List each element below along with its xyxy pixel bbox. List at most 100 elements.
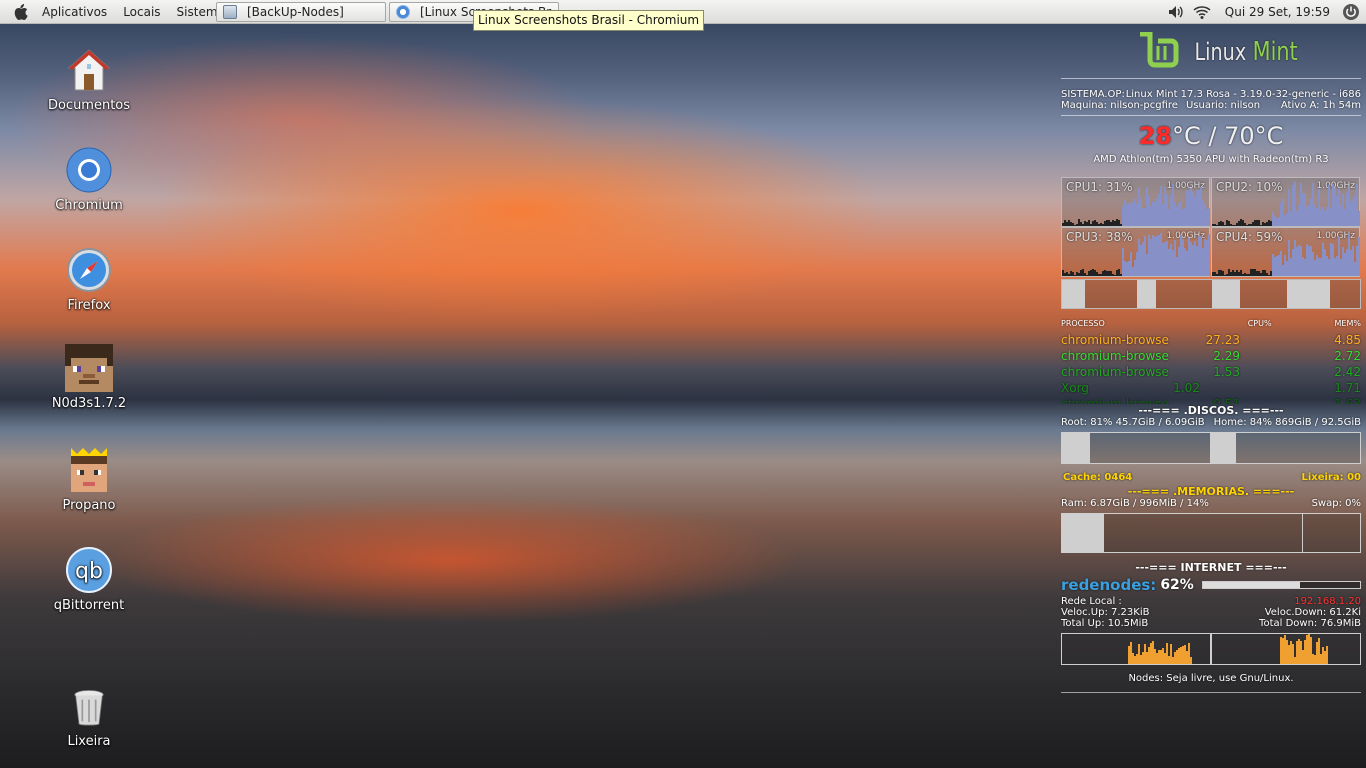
clock[interactable]: Qui 29 Set, 19:59 — [1225, 5, 1330, 19]
taskbar-item-label: [BackUp-Nodes] — [247, 5, 344, 19]
cpu4-usage-bar — [1287, 280, 1360, 308]
cpu2-usage-bar — [1137, 280, 1211, 308]
desktop-icon-firefox[interactable]: Firefox — [40, 246, 138, 313]
process-name: chromium-browse — [1061, 349, 1169, 363]
footer-message: Nodes: Seja livre, use Gnu/Linux. — [1128, 673, 1294, 684]
cpu4-graph: CPU4: 59% 1.00GHz — [1211, 227, 1360, 277]
cpu2-graph: CPU2: 10% 1.00GHz — [1211, 177, 1360, 227]
cpu3-usage-bar — [1212, 280, 1286, 308]
desktop-icon-label: Documentos — [47, 98, 131, 113]
process-cpu: 1.53 — [1213, 365, 1240, 379]
desktop-icon-n0d3s[interactable]: N0d3s1.7.2 — [40, 344, 138, 411]
machine-name: Maquina: nilson-pcgfire — [1061, 100, 1178, 111]
process-mem: 1.63 — [1334, 397, 1361, 404]
memorias-title: ---=== .MEMORIAS. ===--- — [1127, 485, 1295, 498]
menu-locais[interactable]: Locais — [119, 5, 164, 19]
process-name: chromium-browse — [1061, 365, 1169, 379]
uptime: Ativo A: 1h 54m — [1280, 100, 1361, 111]
desktop-icon-label: Firefox — [67, 298, 111, 313]
safari-compass-icon — [67, 248, 111, 292]
swap-info: Swap: 0% — [1311, 498, 1361, 509]
network-history-bar — [1190, 657, 1192, 664]
network-signal-bar — [1201, 581, 1361, 589]
process-row: chromium-browse 27.23 4.85 — [1061, 332, 1361, 348]
desktop-icon-label: N0d3s1.7.2 — [51, 396, 127, 411]
rede-local-ip: 192.168.1.20 — [1294, 596, 1361, 607]
folder-icon — [223, 5, 237, 19]
desktop-icon-chromium[interactable]: Chromium — [40, 146, 138, 213]
cpu-history-bar — [1358, 211, 1360, 226]
cpu-graphs: CPU1: 31% 1.00GHz CPU2: 10% 1.00GHz CPU3: … — [1061, 177, 1361, 279]
volume-icon[interactable] — [1167, 3, 1185, 21]
process-mem: 2.42 — [1334, 365, 1361, 379]
process-name: chromium-browse — [1061, 397, 1169, 404]
total-download: Total Down: 76.9MiB — [1259, 618, 1361, 629]
window-tooltip: Linux Screenshots Brasil - Chromium — [473, 10, 705, 31]
process-cpu: 1.02 — [1173, 381, 1200, 395]
cpu4-label: CPU4: 59% — [1216, 230, 1283, 244]
desktop-icon-label: qBittorrent — [53, 598, 125, 613]
apple-menu-icon[interactable] — [10, 2, 30, 22]
user-name: Usuario: nilson — [1185, 100, 1261, 111]
process-list: chromium-browse 27.23 4.85 chromium-browse… — [1061, 332, 1361, 404]
taskbar-item-backup-nodes[interactable]: [BackUp-Nodes] — [216, 2, 386, 22]
ram-bar — [1061, 513, 1361, 553]
network-graphs — [1061, 633, 1361, 665]
process-mem: 4.85 — [1334, 333, 1361, 347]
menu-aplicativos[interactable]: Aplicativos — [38, 5, 111, 19]
temp-current: 28 — [1138, 122, 1172, 150]
process-mem: 2.72 — [1334, 349, 1361, 363]
process-cpu: 0.51 — [1213, 397, 1240, 404]
rede-local-label: Rede Local : — [1061, 596, 1122, 607]
network-history-bar — [1326, 646, 1328, 664]
home-folder-icon — [67, 49, 111, 91]
proc-header-cpu: CPU% — [1247, 319, 1272, 328]
mint-logo-icon — [1140, 32, 1179, 68]
cpu1-graph: CPU1: 31% 1.00GHz — [1061, 177, 1210, 227]
process-cpu: 2.29 — [1213, 349, 1240, 363]
desktop-icon-documentos[interactable]: Documentos — [40, 46, 138, 113]
home-disk-bar — [1211, 432, 1361, 464]
minecraft-head-icon — [65, 344, 113, 392]
root-disk-info: Root: 81% 45.7GiB / 6.09GiB — [1061, 417, 1205, 428]
process-row: chromium-browse 1.53 2.42 — [1061, 364, 1361, 380]
cpu1-usage-bar — [1062, 280, 1136, 308]
cpu-name: AMD Athlon(tm) 5350 APU with Radeon(tm) … — [1093, 154, 1329, 165]
conky-widget: Linux Mint SISTEMA.OP: Linux Mint 17.3 R… — [1061, 28, 1361, 693]
cpu1-label: CPU1: 31% — [1066, 180, 1133, 194]
total-upload: Total Up: 10.5MiB — [1061, 618, 1149, 629]
desktop-icon-qbittorrent[interactable]: qb qBittorrent — [40, 546, 138, 613]
temp-max: °C / 70°C — [1172, 122, 1284, 150]
cpu-temperature: 28°C / 70°C — [1061, 122, 1361, 150]
cpu-usage-bars — [1061, 279, 1361, 309]
process-header: PROCESSO CPU% MEM% — [1061, 319, 1361, 328]
upload-speed: Veloc.Up: 7.23KiB — [1061, 607, 1150, 618]
process-row: chromium-browse 2.29 2.72 — [1061, 348, 1361, 364]
power-icon[interactable] — [1342, 3, 1360, 21]
internet-title: ---=== INTERNET ===--- — [1135, 561, 1287, 574]
qbittorrent-icon: qb — [66, 547, 112, 593]
svg-text:qb: qb — [75, 559, 103, 584]
cpu-history-bar — [1208, 208, 1210, 226]
upload-graph — [1061, 633, 1211, 665]
network-signal-pct: 62% — [1160, 577, 1194, 593]
proc-header-mem: MEM% — [1334, 319, 1361, 328]
trash-icon — [74, 690, 104, 726]
process-mem: 1.71 — [1334, 381, 1361, 395]
linux-mint-logo: Linux Mint — [1081, 28, 1361, 76]
cpu-history-bar — [1358, 237, 1360, 276]
process-cpu: 27.23 — [1205, 333, 1240, 347]
proc-header-name: PROCESSO — [1061, 319, 1105, 328]
cpu3-graph: CPU3: 38% 1.00GHz — [1061, 227, 1210, 277]
cpu3-label: CPU3: 38% — [1066, 230, 1133, 244]
wifi-icon[interactable] — [1193, 3, 1211, 21]
process-row: Xorg 1.02 1.71 — [1061, 380, 1361, 396]
chromium-icon — [396, 5, 410, 19]
ram-info: Ram: 6.87GiB / 996MiB / 14% — [1061, 498, 1209, 509]
network-name: redenodes: — [1061, 576, 1157, 594]
disk-bars — [1061, 432, 1361, 464]
process-name: chromium-browse — [1061, 333, 1169, 347]
desktop-icon-propano[interactable]: Propano — [40, 446, 138, 513]
download-speed: Veloc.Down: 61.2Ki — [1264, 607, 1361, 618]
desktop-icon-lixeira[interactable]: Lixeira — [40, 686, 138, 749]
